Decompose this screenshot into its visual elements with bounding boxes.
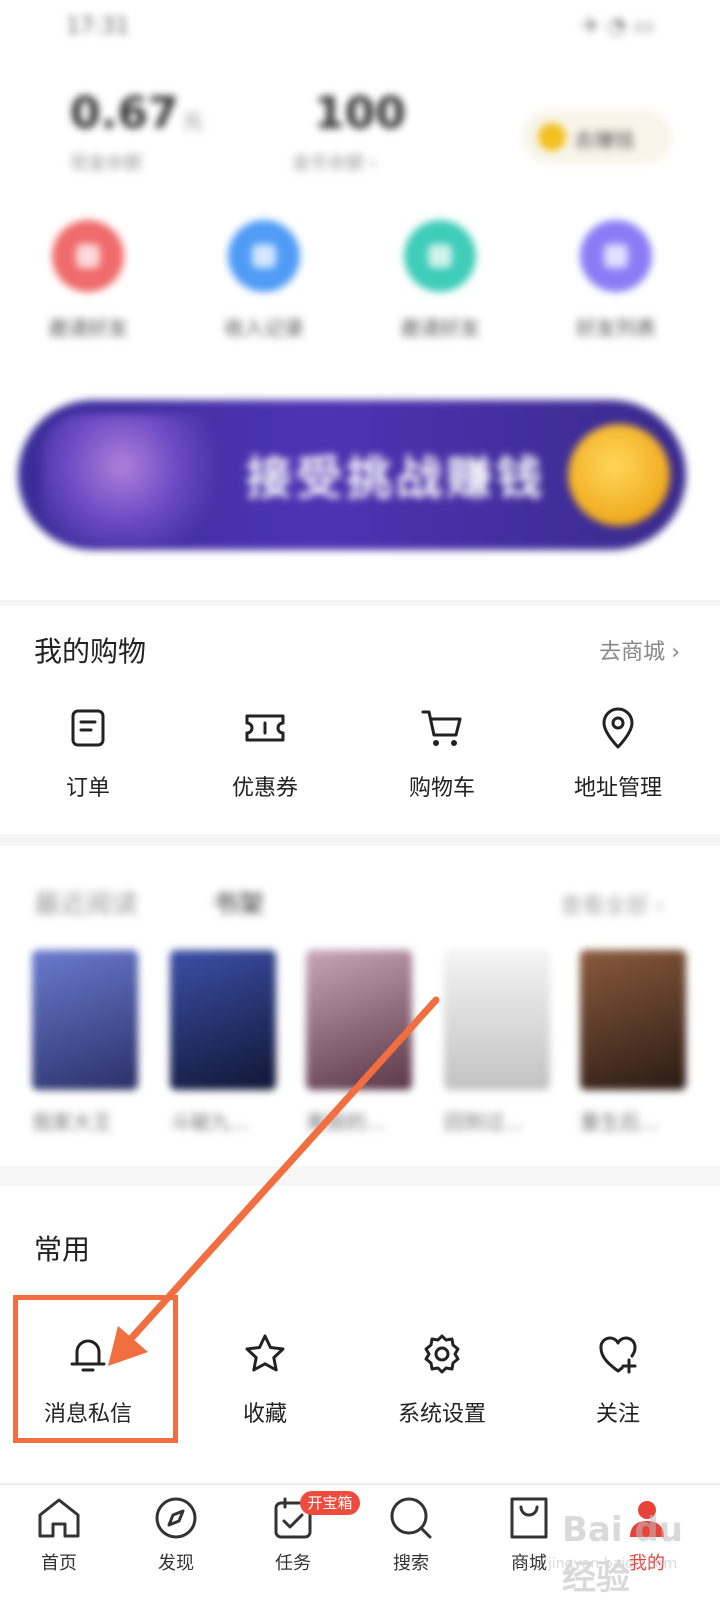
book-cover <box>32 950 138 1090</box>
coupon-icon <box>245 714 285 742</box>
coin-illustration <box>568 424 670 526</box>
cash-value: 0.67 <box>70 88 179 139</box>
status-icons: ✈ ◔ ▭ <box>581 14 654 39</box>
astronaut-illustration <box>42 414 242 544</box>
book-cover <box>306 950 412 1090</box>
cart-icon <box>421 710 462 746</box>
book-item[interactable]: 美丽的... <box>306 950 412 1135</box>
cash-unit: 元 <box>182 109 203 133</box>
book-item[interactable]: 重生后... <box>580 950 686 1135</box>
book-title: 回到过... <box>444 1110 524 1134</box>
favorites-button[interactable]: 收藏 <box>185 1332 345 1428</box>
invite-icon <box>52 220 124 292</box>
tab-tasks-label: 任务 <box>275 1553 311 1574</box>
user-icon <box>404 220 476 292</box>
earn-label: 去赚钱 <box>574 128 634 152</box>
tab-home-label: 首页 <box>41 1553 77 1574</box>
settings-button[interactable]: 系统设置 <box>362 1332 522 1428</box>
book-cover <box>170 950 276 1090</box>
favorites-label: 收藏 <box>242 1402 287 1427</box>
record-icon <box>228 220 300 292</box>
address-button[interactable]: 地址管理 <box>538 706 698 802</box>
order-icon <box>71 709 105 747</box>
reading-content: 最近阅读 书架 查看全部 › 我家大王 斗破九... 美丽的... 回到过... … <box>0 846 720 1166</box>
profile-header: 17:31 ✈ ◔ ▭ 0.67 元 现金余额 100 金币余额 › 去赚钱 邀请… <box>0 0 720 600</box>
cash-balance[interactable]: 0.67 元 现金余额 <box>70 88 203 175</box>
coupons-button[interactable]: 优惠券 <box>185 706 345 802</box>
go-to-mall-link[interactable]: 去商城 › <box>599 634 680 666</box>
book-cover <box>580 950 686 1090</box>
tab-search-label: 搜索 <box>393 1553 429 1574</box>
cart-button[interactable]: 购物车 <box>362 706 522 802</box>
reading-section: 最近阅读 书架 查看全部 › 我家大王 斗破九... 美丽的... 回到过... … <box>0 846 720 1166</box>
quick-action-3[interactable]: 邀请好友 <box>380 220 500 341</box>
go-to-mall-label: 去商城 <box>599 640 666 665</box>
promo-banner[interactable]: 接受挑战赚钱 <box>18 400 686 550</box>
coin-value: 100 <box>314 88 406 139</box>
tab-shelf[interactable]: 书架 <box>212 890 264 920</box>
book-title: 美丽的... <box>306 1110 386 1134</box>
coin-balance[interactable]: 100 金币余额 › <box>292 88 406 175</box>
orders-button[interactable]: 订单 <box>8 706 168 802</box>
follow-button[interactable]: 关注 <box>538 1332 698 1428</box>
common-title: 常用 <box>34 1233 91 1266</box>
cart-label: 购物车 <box>408 776 475 801</box>
address-label: 地址管理 <box>573 776 662 801</box>
treasure-badge[interactable]: 开宝箱 <box>300 1491 360 1515</box>
watermark-url: jingyan.baidu.com <box>548 1556 678 1572</box>
settings-label: 系统设置 <box>397 1402 486 1427</box>
shopping-title: 我的购物 <box>34 635 147 668</box>
quick-action-label: 好友列表 <box>576 316 656 340</box>
tab-search[interactable]: 搜索 <box>366 1493 456 1575</box>
status-bar: 17:31 ✈ ◔ ▭ <box>0 0 720 52</box>
quick-action-1[interactable]: 邀请好友 <box>28 220 148 341</box>
quick-action-label: 邀请好友 <box>48 316 128 340</box>
chevron-right-icon: › <box>671 640 680 665</box>
quick-action-label: 邀请好友 <box>400 316 480 340</box>
book-title: 重生后... <box>580 1110 660 1134</box>
book-item[interactable]: 回到过... <box>444 950 550 1135</box>
shopping-section: 我的购物 去商城 › 订单 优惠券 购物车 地址管理 <box>0 606 720 834</box>
quick-action-label: 收入记录 <box>224 316 304 340</box>
book-item[interactable]: 斗破九... <box>170 950 276 1135</box>
baidu-watermark: Bai du 经验 jingyan.baidu.com <box>540 1500 700 1598</box>
watermark-brand: Bai du 经验 <box>562 1510 683 1598</box>
heart-plus-icon <box>599 1336 637 1374</box>
balance-stats: 0.67 元 现金余额 100 金币余额 › 去赚钱 <box>0 88 720 188</box>
home-icon <box>38 1498 80 1538</box>
tab-discover-label: 发现 <box>158 1553 194 1574</box>
compass-icon <box>155 1497 197 1539</box>
coupons-label: 优惠券 <box>231 776 298 801</box>
coin-icon <box>538 123 566 151</box>
book-title: 斗破九... <box>170 1110 250 1134</box>
book-cover <box>444 950 550 1090</box>
annotation-highlight-box <box>13 1295 178 1443</box>
cash-label: 现金余额 <box>70 153 142 174</box>
follow-label: 关注 <box>595 1402 640 1427</box>
book-title: 我家大王 <box>32 1110 112 1134</box>
reading-tabs: 最近阅读 书架 <box>34 884 264 921</box>
tab-recent[interactable]: 最近阅读 <box>34 890 138 920</box>
quick-action-4[interactable]: 好友列表 <box>556 220 676 341</box>
quick-actions: 邀请好友 收入记录 邀请好友 好友列表 <box>0 220 720 340</box>
friends-icon <box>580 220 652 292</box>
view-all-link[interactable]: 查看全部 › <box>560 888 664 920</box>
book-item[interactable]: 我家大王 <box>32 950 138 1135</box>
tab-home[interactable]: 首页 <box>14 1493 104 1575</box>
search-icon <box>390 1497 432 1539</box>
gear-icon <box>424 1334 460 1374</box>
location-pin-icon <box>602 707 634 749</box>
tab-discover[interactable]: 发现 <box>131 1493 221 1575</box>
star-icon <box>245 1334 285 1372</box>
earn-button[interactable]: 去赚钱 <box>522 110 672 164</box>
status-time: 17:31 <box>66 14 130 39</box>
coin-label: 金币余额 › <box>292 153 377 174</box>
orders-label: 订单 <box>65 776 110 801</box>
quick-action-2[interactable]: 收入记录 <box>204 220 324 341</box>
banner-text: 接受挑战赚钱 <box>246 451 546 505</box>
